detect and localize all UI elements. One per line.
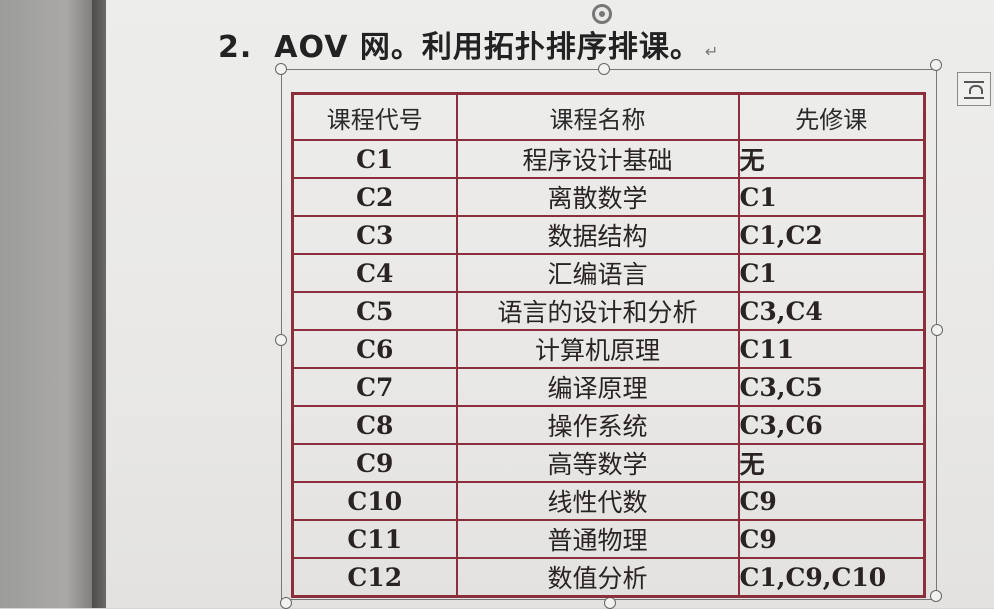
course-code-cell: C11 [291,519,458,559]
prerequisite-cell: C1 [737,253,926,293]
course-name-cell: 数值分析 [455,557,740,598]
table-row: C2 离散数学 C1 [291,177,926,217]
prerequisite-cell: C9 [737,519,926,559]
paragraph-mark: ↵ [704,42,720,61]
course-name-cell: 线性代数 [455,481,740,521]
table-header-row: 课程代号 课程名称 先修课 [291,92,926,141]
prerequisite-cell: 无 [737,139,926,179]
course-code-cell: C9 [291,443,458,483]
rotate-handle-icon[interactable] [592,4,612,24]
resize-handle-bottom-left[interactable] [280,597,292,609]
layout-options-icon[interactable] [957,72,991,106]
course-code-cell: C12 [291,557,458,598]
table-row: C1 程序设计基础无 [291,139,926,179]
table-row: C12 数值分析 C1,C9,C10 [291,557,926,598]
resize-handle-bottom-right[interactable] [930,590,942,602]
table-row: C7 编译原理 C3,C5 [291,367,926,407]
prerequisite-cell: C3,C4 [737,291,926,331]
course-name-cell: 数据结构 [455,215,740,255]
course-code-cell: C7 [291,367,458,407]
course-name-cell: 语言的设计和分析 [455,291,740,331]
course-code-cell: C4 [291,253,458,293]
course-name-cell: 操作系统 [455,405,740,445]
prerequisite-cell: C1,C9,C10 [737,557,926,598]
table-row: C11 普通物理 C9 [291,519,926,559]
resize-handle-right[interactable] [931,324,943,336]
prerequisite-cell: 无 [737,443,926,483]
table-row: C3 数据结构 C1,C2 [291,215,926,255]
prerequisite-cell: C3,C5 [737,367,926,407]
header-prerequisite: 先修课 [737,92,926,141]
table-row: C10 线性代数 C9 [291,481,926,521]
course-code-cell: C1 [291,139,458,179]
table-row: C5 语言的设计和分析 C3,C4 [291,291,926,331]
prerequisite-cell: C1 [737,177,926,217]
resize-handle-left[interactable] [275,334,287,346]
table-row: C4 汇编语言 C1 [291,253,926,293]
prerequisite-cell: C11 [737,329,926,369]
prerequisite-cell: C1,C2 [737,215,926,255]
resize-handle-top-right[interactable] [930,59,942,71]
table-row: C6 计算机原理 C11 [291,329,926,369]
course-code-cell: C5 [291,291,458,331]
course-code-cell: C2 [291,177,458,217]
course-name-cell: 高等数学 [455,443,740,483]
course-name-cell: 离散数学 [455,177,740,217]
table-row: C8 操作系统 C3,C6 [291,405,926,445]
prerequisite-cell: C9 [737,481,926,521]
header-course-code: 课程代号 [291,92,458,141]
course-name-cell: 汇编语言 [455,253,740,293]
course-name-cell: 普通物理 [455,519,740,559]
course-code-cell: C3 [291,215,458,255]
table-row: C9 高等数学无 [291,443,926,483]
course-table: 课程代号 课程名称 先修课 C1 程序设计基础无 C2 离散数学 C1 C3 数据结构 C1,… [291,92,926,598]
course-name-cell: 编译原理 [455,367,740,407]
course-code-cell: C10 [291,481,458,521]
course-code-cell: C6 [291,329,458,369]
heading-text: AOV 网。利用拓扑排序排课。 [274,30,701,65]
page-edge [92,0,106,608]
course-code-cell: C8 [291,405,458,445]
resize-handle-top-left[interactable] [275,63,287,75]
course-name-cell: 计算机原理 [455,329,740,369]
resize-handle-bottom[interactable] [604,597,616,609]
course-name-cell: 程序设计基础 [455,139,740,179]
prerequisite-cell: C3,C6 [737,405,926,445]
resize-handle-top[interactable] [598,63,610,75]
section-heading: 2. AOV 网。利用拓扑排序排课。 ↵ [218,22,719,66]
header-course-name: 课程名称 [455,92,740,141]
heading-number: 2. [218,30,253,65]
